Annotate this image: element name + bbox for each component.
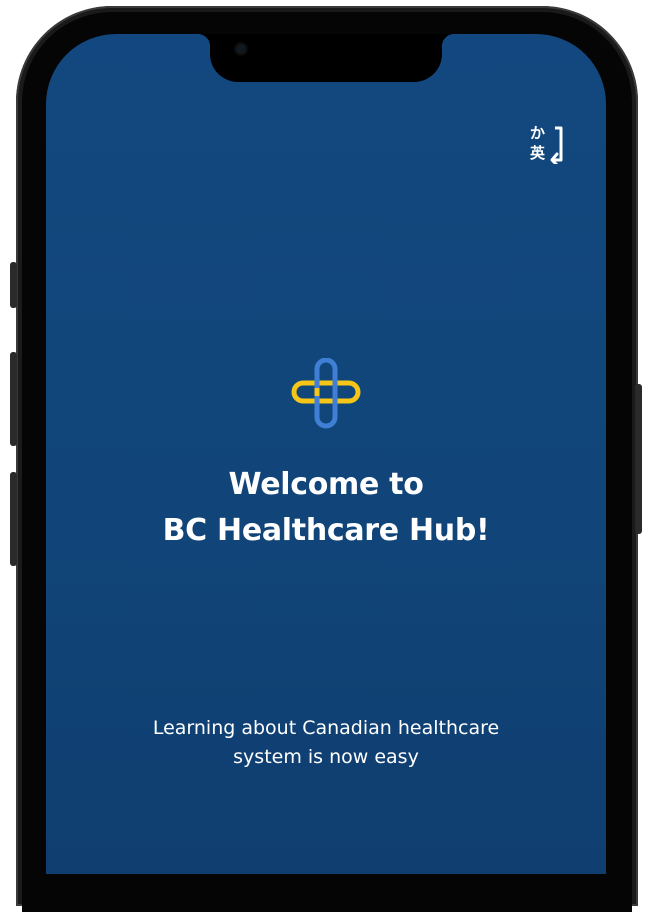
tagline-text: Learning about Canadian healthcare syste… <box>46 714 606 772</box>
tagline-line-2: system is now easy <box>233 746 419 768</box>
language-toggle-glyph-bottom: 英 <box>530 144 546 162</box>
tagline-line-1: Learning about Canadian healthcare <box>152 717 500 739</box>
welcome-heading: Welcome to BC Healthcare Hub! <box>46 462 606 554</box>
front-camera <box>236 44 246 54</box>
notch <box>198 34 454 82</box>
power-button <box>635 384 642 534</box>
mute-switch <box>10 262 17 308</box>
volume-down-button <box>10 472 17 566</box>
app-screen: か 英 Welcome to BC Healthcare Hub! Learni… <box>46 34 606 874</box>
language-switch-icon <box>550 126 563 164</box>
medical-cross-logo-icon <box>291 358 361 429</box>
volume-up-button <box>10 352 17 446</box>
language-toggle-glyph-top: か <box>530 124 546 142</box>
language-toggle-button[interactable]: か 英 <box>528 122 568 166</box>
welcome-line-2: BC Healthcare Hub! <box>162 513 490 548</box>
welcome-line-1: Welcome to <box>228 467 424 502</box>
